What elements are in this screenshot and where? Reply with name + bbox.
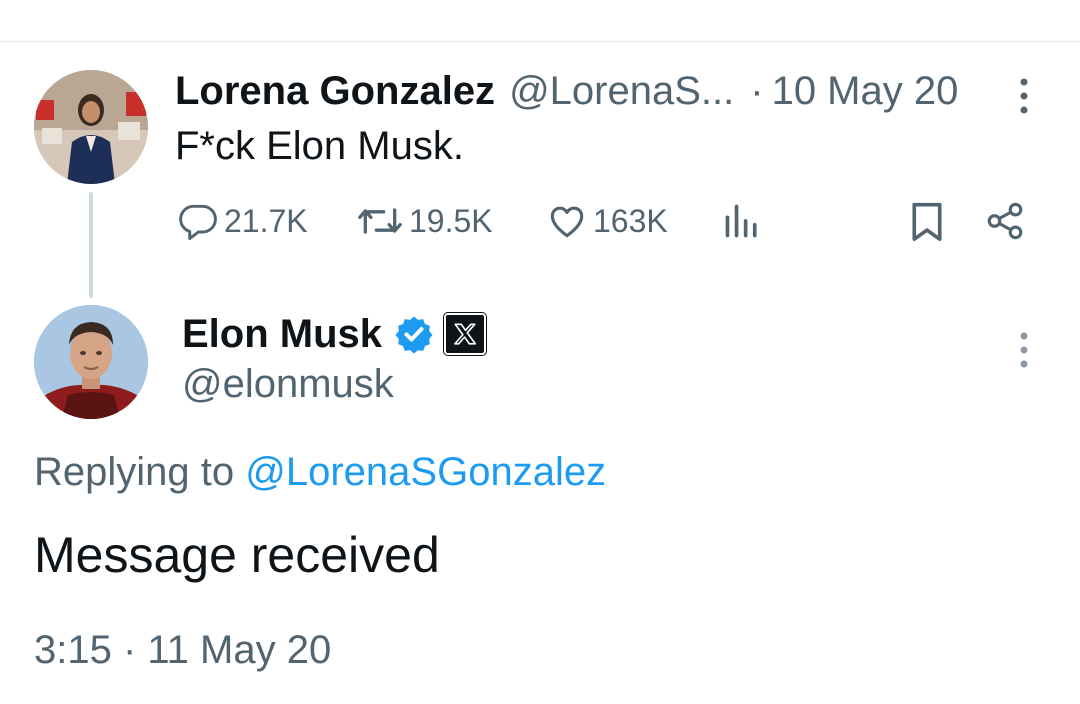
verified-badge-icon[interactable]	[394, 314, 434, 354]
top-divider	[0, 41, 1080, 42]
avatar-lorena[interactable]	[34, 70, 148, 184]
parent-tweet-text: F*ck Elon Musk.	[175, 124, 464, 168]
more-icon[interactable]	[1012, 330, 1036, 370]
main-tweet-text: Message received	[34, 527, 440, 583]
main-tweet-timestamp[interactable]: 3:15 · 11 May 20	[34, 628, 331, 673]
reply-icon	[176, 199, 220, 243]
like-button[interactable]: 163K	[545, 198, 668, 244]
parent-tweet-date[interactable]: 10 May 20	[772, 69, 959, 114]
avatar-elon[interactable]	[34, 305, 148, 419]
replying-prefix: Replying to	[34, 450, 235, 494]
main-author-handle[interactable]: @elonmusk	[182, 362, 394, 407]
repost-button[interactable]: 19.5K	[355, 198, 493, 244]
bookmark-button[interactable]	[907, 198, 947, 244]
bookmark-icon	[907, 199, 947, 243]
like-count: 163K	[593, 202, 668, 239]
share-button[interactable]	[984, 198, 1026, 244]
replying-to-mention-link[interactable]: @LorenaSGonzalez	[245, 450, 606, 494]
x-affiliation-icon[interactable]	[443, 312, 488, 356]
reply-count: 21.7K	[224, 202, 308, 239]
repost-icon	[355, 199, 405, 243]
more-icon[interactable]	[1012, 76, 1036, 116]
views-button[interactable]	[722, 198, 762, 244]
like-icon	[545, 199, 589, 243]
reply-button[interactable]: 21.7K	[176, 198, 308, 244]
parent-author-handle[interactable]: @LorenaS...	[509, 69, 734, 114]
repost-count: 19.5K	[409, 202, 493, 239]
main-tweet-name-row: Elon Musk	[182, 308, 488, 360]
thread-line	[89, 192, 93, 298]
parent-author-name[interactable]: Lorena Gonzalez	[175, 69, 495, 114]
share-icon	[984, 199, 1026, 243]
views-icon	[722, 199, 762, 243]
parent-tweet-header: Lorena Gonzalez @LorenaS... · 10 May 20	[175, 66, 958, 116]
replying-to-line: Replying to @LorenaSGonzalez	[34, 450, 606, 495]
main-author-name[interactable]: Elon Musk	[182, 312, 382, 357]
separator-dot: ·	[750, 68, 764, 113]
